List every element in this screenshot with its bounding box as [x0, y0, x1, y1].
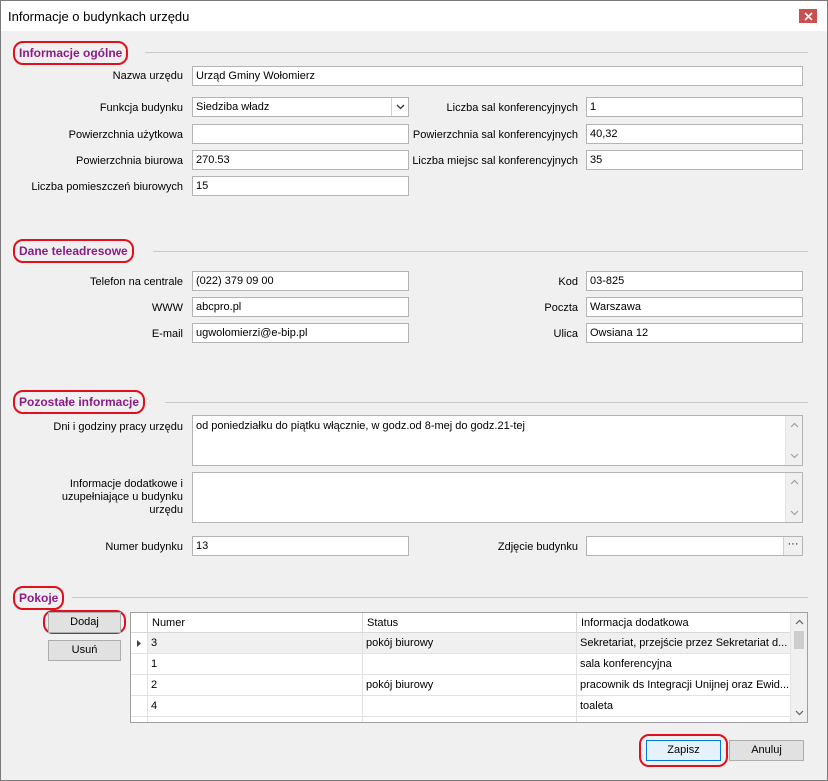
office-area-label: Powierzchnia biurowa — [76, 155, 183, 167]
vertical-scrollbar[interactable] — [785, 416, 802, 465]
section-other-heading: Pozostałe informacje — [13, 390, 146, 414]
section-general-heading: Informacje ogólne — [13, 41, 129, 65]
conf-rooms-area-field[interactable]: 40,32 — [586, 124, 803, 144]
cell-status[interactable]: pokój biurowy — [363, 633, 577, 654]
usable-area-label: Powierzchnia użytkowa — [68, 129, 183, 141]
office-rooms-count-field[interactable]: 15 — [192, 176, 409, 196]
building-function-select[interactable]: Siedziba władz — [192, 97, 409, 117]
rooms-table: Numer Status Informacja dodatkowa 3 pokó… — [130, 612, 808, 723]
post-office-field[interactable]: Warszawa — [586, 297, 803, 317]
email-label: E-mail — [151, 328, 183, 340]
dialog-window: Informacje o budynkach urzędu Informacje… — [0, 0, 828, 781]
additional-info-label-line: urzędu — [149, 504, 183, 516]
section-divider — [72, 597, 808, 598]
phone-label: Telefon na centrale — [90, 276, 183, 288]
cell-number[interactable]: 1 — [148, 654, 363, 675]
cell-status[interactable]: pokój biurowy — [363, 675, 577, 696]
additional-info-label: Informacje dodatkowe i uzupełniające u b… — [62, 478, 183, 517]
cell-number[interactable]: 2 — [148, 675, 363, 696]
save-button[interactable]: Zapisz — [646, 740, 721, 761]
scroll-thumb[interactable] — [794, 631, 804, 649]
scroll-up-icon[interactable] — [795, 619, 804, 625]
post-office-label: Poczta — [544, 302, 578, 314]
cell-status[interactable] — [363, 654, 577, 675]
column-header-number[interactable]: Numer — [148, 613, 363, 633]
building-number-label: Numer budynku — [105, 541, 183, 553]
cancel-button[interactable]: Anuluj — [729, 740, 804, 761]
scroll-down-icon[interactable] — [790, 510, 799, 516]
row-pointer-icon — [137, 639, 141, 647]
office-name-label: Nazwa urzędu — [112, 70, 183, 82]
section-contact-heading: Dane teleadresowe — [13, 239, 134, 263]
office-rooms-count-label: Liczba pomieszczeń biurowych — [31, 181, 183, 193]
cell-info[interactable]: pracownik ds Integracji Unijnej oraz Ewi… — [577, 675, 791, 696]
www-field[interactable]: abcpro.pl — [192, 297, 409, 317]
conf-rooms-count-field[interactable]: 1 — [586, 97, 803, 117]
table-row-partial — [148, 717, 363, 722]
scroll-up-icon[interactable] — [790, 422, 799, 428]
row-indicator — [131, 675, 148, 696]
cell-number[interactable]: 3 — [148, 633, 363, 654]
row-indicator — [131, 717, 148, 722]
scroll-down-icon[interactable] — [795, 710, 804, 716]
building-number-field[interactable]: 13 — [192, 536, 409, 556]
add-room-button[interactable]: Dodaj — [48, 612, 121, 633]
office-name-field[interactable]: Urząd Gminy Wołomierz — [192, 66, 803, 86]
conf-rooms-count-label: Liczba sal konferencyjnych — [446, 102, 578, 114]
section-divider — [165, 402, 808, 403]
table-vertical-scrollbar[interactable] — [790, 613, 807, 722]
building-function-value: Siedziba władz — [196, 101, 270, 113]
row-indicator — [131, 654, 148, 675]
close-button[interactable] — [799, 9, 817, 23]
working-hours-label: Dni i godziny pracy urzędu — [53, 421, 183, 433]
street-field[interactable]: Owsiana 12 — [586, 323, 803, 343]
cell-info[interactable]: toaleta — [577, 696, 791, 717]
phone-field[interactable]: (022) 379 09 00 — [192, 271, 409, 291]
remove-room-button[interactable]: Usuń — [48, 640, 121, 661]
postal-code-field[interactable]: 03-825 — [586, 271, 803, 291]
row-indicator — [131, 696, 148, 717]
conf-seats-label: Liczba miejsc sal konferencyjnych — [412, 155, 578, 167]
street-label: Ulica — [553, 328, 578, 340]
close-icon — [803, 11, 813, 21]
usable-area-field[interactable] — [192, 124, 409, 144]
cell-number[interactable]: 4 — [148, 696, 363, 717]
vertical-scrollbar[interactable] — [785, 473, 802, 522]
dropdown-button[interactable] — [391, 98, 408, 116]
www-label: WWW — [151, 302, 183, 314]
additional-info-label-line: Informacje dodatkowe i — [69, 478, 183, 490]
conf-rooms-area-label: Powierzchnia sal konferencyjnych — [412, 129, 578, 141]
additional-info-label-line: uzupełniające u budynku — [61, 491, 183, 503]
postal-code-label: Kod — [558, 276, 578, 288]
table-row-partial — [577, 717, 791, 722]
section-rooms-heading: Pokoje — [13, 586, 65, 610]
table-row-partial — [363, 717, 577, 722]
office-area-field[interactable]: 270.53 — [192, 150, 409, 170]
working-hours-memo[interactable]: od poniedziałku do piątku włącznie, w go… — [192, 415, 803, 466]
section-divider — [153, 251, 808, 252]
section-divider — [145, 52, 808, 53]
working-hours-text: od poniedziałku do piątku włącznie, w go… — [196, 420, 525, 432]
row-indicator-header — [131, 613, 148, 633]
browse-button[interactable]: ··· — [783, 537, 802, 555]
scroll-up-icon[interactable] — [790, 479, 799, 485]
column-header-info[interactable]: Informacja dodatkowa — [577, 613, 791, 633]
additional-info-memo[interactable] — [192, 472, 803, 523]
title-bar: Informacje o budynkach urzędu — [1, 1, 827, 31]
cell-status[interactable] — [363, 696, 577, 717]
window-title: Informacje o budynkach urzędu — [8, 9, 190, 24]
building-photo-label: Zdjęcie budynku — [497, 541, 578, 553]
building-function-label: Funkcja budynku — [99, 102, 183, 114]
cell-info[interactable]: sala konferencyjna — [577, 654, 791, 675]
scroll-down-icon[interactable] — [790, 453, 799, 459]
email-field[interactable]: ugwolomierzi@e-bip.pl — [192, 323, 409, 343]
building-photo-field[interactable]: ··· — [586, 536, 803, 556]
conf-seats-field[interactable]: 35 — [586, 150, 803, 170]
cell-info[interactable]: Sekretariat, przejście przez Sekretariat… — [577, 633, 791, 654]
current-row-indicator — [131, 633, 148, 654]
chevron-down-icon — [396, 104, 404, 110]
column-header-status[interactable]: Status — [363, 613, 577, 633]
